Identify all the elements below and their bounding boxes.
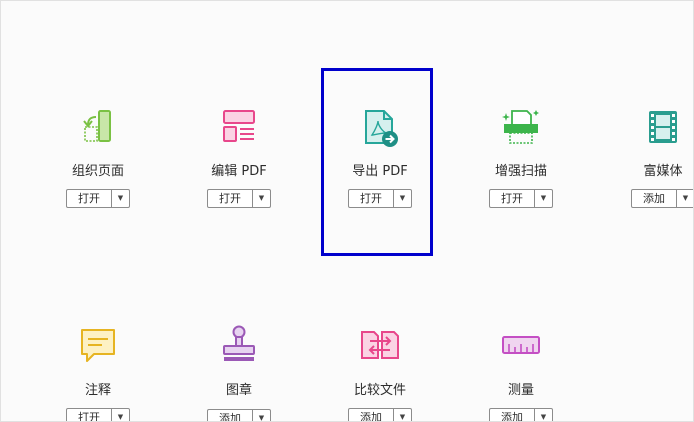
- add-button-label[interactable]: 添加: [349, 409, 394, 421]
- dropdown-arrow-icon[interactable]: ▼: [535, 409, 552, 421]
- tool-organize-pages[interactable]: 组织页面 打开 ▼: [48, 109, 148, 219]
- organize-pages-icon: [78, 109, 118, 149]
- tool-label: 测量: [507, 383, 534, 398]
- open-button[interactable]: 打开 ▼: [66, 189, 130, 208]
- tools-panel: 组织页面 打开 ▼ 编辑 PDF 打开 ▼ 导出 PDF 打开 ▼ 增强扫描 打…: [0, 0, 694, 422]
- dropdown-arrow-icon[interactable]: ▼: [112, 409, 129, 421]
- tool-comment[interactable]: 注释 打开 ▼: [48, 328, 148, 421]
- open-button[interactable]: 打开 ▼: [207, 189, 271, 208]
- tool-edit-pdf[interactable]: 编辑 PDF 打开 ▼: [189, 109, 289, 219]
- tool-export-pdf[interactable]: 导出 PDF 打开 ▼: [330, 109, 430, 219]
- tool-measure[interactable]: 测量 添加 ▼: [471, 328, 571, 421]
- tool-label: 比较文件: [353, 383, 406, 398]
- enhance-scan-icon: [501, 109, 541, 149]
- dropdown-arrow-icon[interactable]: ▼: [253, 410, 270, 421]
- open-button[interactable]: 打开 ▼: [348, 189, 412, 208]
- comment-icon: [78, 328, 118, 368]
- open-button-label[interactable]: 打开: [67, 190, 112, 207]
- tool-label: 编辑 PDF: [211, 164, 267, 179]
- tool-label: 富媒体: [643, 164, 683, 179]
- dropdown-arrow-icon[interactable]: ▼: [677, 190, 693, 207]
- add-button[interactable]: 添加 ▼: [631, 189, 693, 208]
- edit-pdf-icon: [219, 109, 259, 149]
- tool-enhance-scan[interactable]: 增强扫描 打开 ▼: [471, 109, 571, 219]
- add-button[interactable]: 添加 ▼: [348, 408, 412, 421]
- open-button-label[interactable]: 打开: [67, 409, 112, 421]
- dropdown-arrow-icon[interactable]: ▼: [253, 190, 270, 207]
- open-button-label[interactable]: 打开: [208, 190, 253, 207]
- add-button-label[interactable]: 添加: [490, 409, 535, 421]
- open-button-label[interactable]: 打开: [490, 190, 535, 207]
- dropdown-arrow-icon[interactable]: ▼: [112, 190, 129, 207]
- add-button[interactable]: 添加 ▼: [207, 409, 271, 421]
- rich-media-icon: [643, 109, 683, 149]
- open-button-label[interactable]: 打开: [349, 190, 394, 207]
- open-button[interactable]: 打开 ▼: [66, 408, 130, 421]
- tool-label: 图章: [225, 383, 252, 398]
- add-button-label[interactable]: 添加: [632, 190, 677, 207]
- measure-icon: [501, 328, 541, 368]
- dropdown-arrow-icon[interactable]: ▼: [394, 409, 411, 421]
- compare-files-icon: [360, 328, 400, 368]
- export-pdf-icon: [360, 109, 400, 149]
- add-button-label[interactable]: 添加: [208, 410, 253, 421]
- stamp-icon: [219, 325, 259, 365]
- tool-stamp[interactable]: 图章 添加 ▼: [189, 325, 289, 421]
- dropdown-arrow-icon[interactable]: ▼: [394, 190, 411, 207]
- tool-label: 组织页面: [71, 164, 124, 179]
- tool-label: 导出 PDF: [352, 164, 408, 179]
- tool-compare-files[interactable]: 比较文件 添加 ▼: [330, 328, 430, 421]
- dropdown-arrow-icon[interactable]: ▼: [535, 190, 552, 207]
- open-button[interactable]: 打开 ▼: [489, 189, 553, 208]
- add-button[interactable]: 添加 ▼: [489, 408, 553, 421]
- tool-label: 注释: [84, 383, 111, 398]
- tool-label: 增强扫描: [494, 164, 547, 179]
- tool-rich-media[interactable]: 富媒体 添加 ▼: [613, 109, 693, 219]
